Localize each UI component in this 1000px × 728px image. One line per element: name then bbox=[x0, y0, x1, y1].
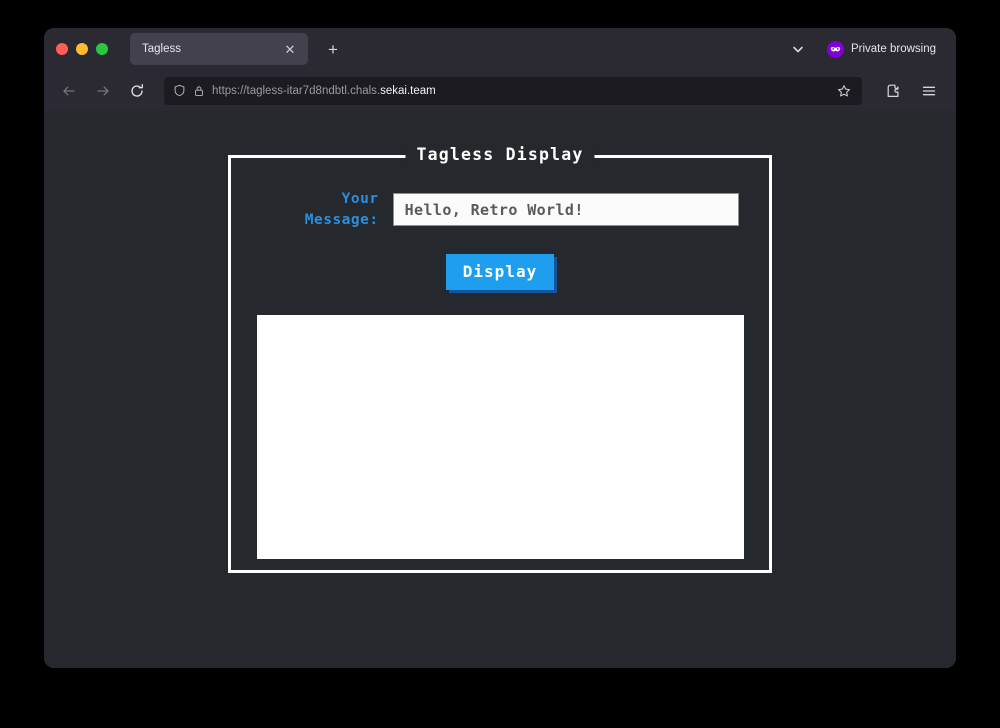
window-controls bbox=[56, 43, 108, 55]
page-viewport: Tagless Display Your Message: Display bbox=[44, 111, 956, 668]
display-button[interactable]: Display bbox=[446, 254, 554, 290]
close-window-button[interactable] bbox=[56, 43, 68, 55]
tab-title: Tagless bbox=[142, 43, 275, 55]
tagless-display-panel: Tagless Display Your Message: Display bbox=[228, 155, 772, 573]
forward-button[interactable] bbox=[88, 77, 118, 105]
extensions-button[interactable] bbox=[878, 77, 908, 105]
submit-row: Display bbox=[231, 254, 769, 290]
message-field-label: Your Message: bbox=[261, 189, 379, 230]
list-all-tabs-button[interactable] bbox=[785, 36, 811, 62]
private-browsing-label: Private browsing bbox=[851, 43, 936, 55]
reload-button[interactable] bbox=[122, 77, 152, 105]
toolbar-right-controls bbox=[878, 77, 944, 105]
page-title: Tagless Display bbox=[405, 145, 594, 164]
hamburger-menu-button[interactable] bbox=[914, 77, 944, 105]
url-bar[interactable]: https://tagless-itar7d8ndbtl.chals.sekai… bbox=[164, 77, 862, 105]
new-tab-button[interactable]: + bbox=[320, 36, 346, 62]
url-host: sekai.team bbox=[380, 85, 436, 97]
mask-icon bbox=[827, 41, 844, 58]
maximize-window-button[interactable] bbox=[96, 43, 108, 55]
back-button[interactable] bbox=[54, 77, 84, 105]
navigation-toolbar: https://tagless-itar7d8ndbtl.chals.sekai… bbox=[44, 70, 956, 111]
tab-strip-right-controls: Private browsing bbox=[785, 36, 946, 62]
private-browsing-indicator: Private browsing bbox=[825, 39, 942, 60]
close-tab-icon[interactable]: ✕ bbox=[281, 40, 299, 58]
star-icon[interactable] bbox=[834, 81, 854, 101]
url-text[interactable]: https://tagless-itar7d8ndbtl.chals.sekai… bbox=[212, 85, 827, 97]
shield-icon[interactable] bbox=[173, 84, 186, 97]
tab-tagless[interactable]: Tagless ✕ bbox=[130, 33, 308, 65]
tab-strip: Tagless ✕ + Private browsing bbox=[44, 28, 956, 70]
padlock-icon[interactable] bbox=[193, 85, 205, 97]
minimize-window-button[interactable] bbox=[76, 43, 88, 55]
output-display-area bbox=[257, 315, 744, 559]
message-input[interactable] bbox=[393, 193, 739, 226]
browser-window: Tagless ✕ + Private browsing bbox=[44, 28, 956, 668]
url-prefix: https://tagless-itar7d8ndbtl.chals. bbox=[212, 85, 380, 97]
message-field-row: Your Message: bbox=[261, 189, 739, 230]
